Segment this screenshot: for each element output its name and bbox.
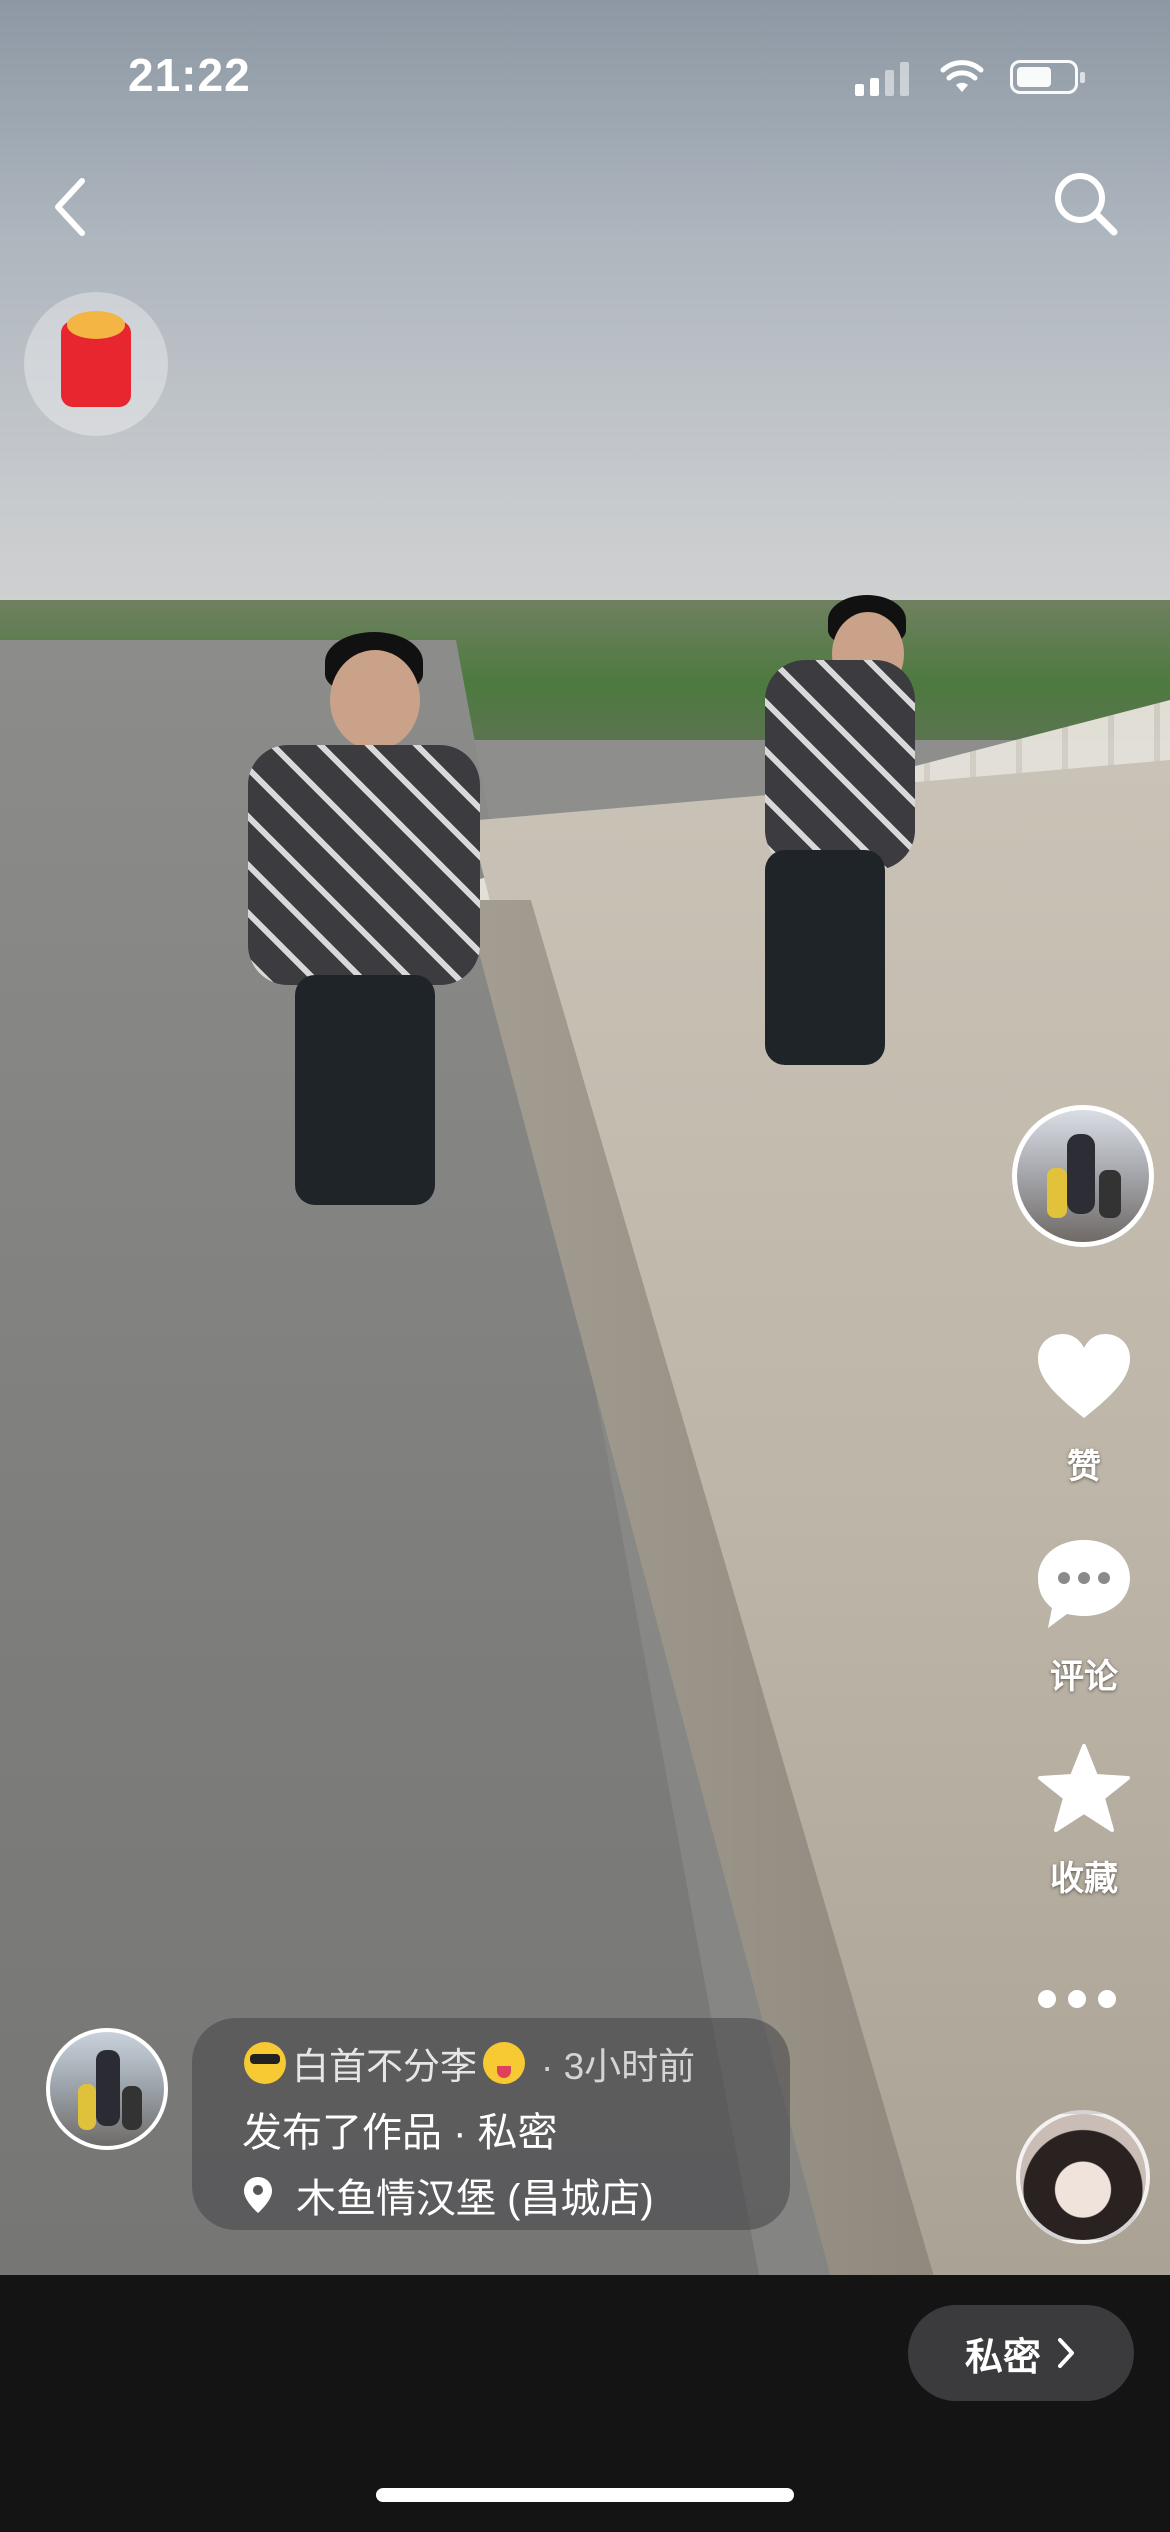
location-row[interactable]: 木鱼情汉堡 (昌城店) [242, 2166, 654, 2224]
child-right-pants [765, 850, 885, 1065]
author-name[interactable]: 白首不分李 [292, 2036, 477, 2090]
favorite-button[interactable]: 收藏 [1020, 1742, 1148, 1900]
cellular-signal-icon [855, 62, 909, 96]
like-button[interactable]: 赞 [1020, 1332, 1148, 1488]
video-frame[interactable] [0, 0, 1170, 2275]
like-label: 赞 [1067, 1448, 1101, 1486]
star-icon [1038, 1744, 1130, 1832]
battery-icon [1010, 60, 1085, 94]
author-row: 白首不分李 · 3小时前 [244, 2036, 695, 2090]
wifi-icon [940, 60, 984, 92]
red-packet-button[interactable] [24, 292, 168, 436]
yum-emoji-icon [483, 2042, 525, 2084]
post-time: · 3小时前 [541, 2046, 696, 2087]
location-name: 木鱼情汉堡 (昌城店) [296, 2177, 654, 2221]
status-time: 21:22 [128, 49, 251, 101]
child-left-pants [295, 975, 435, 1205]
creator-avatar[interactable] [1012, 1105, 1154, 1247]
post-info-card[interactable]: 白首不分李 · 3小时前 发布了作品 · 私密 木鱼情汉堡 (昌城店) [192, 2018, 790, 2230]
author-avatar[interactable] [46, 2028, 168, 2150]
comment-label: 评论 [1050, 1658, 1118, 1696]
child-left-jacket [248, 745, 480, 985]
child-left-head [330, 650, 420, 750]
child-right-jacket [765, 660, 915, 870]
chevron-right-icon [1058, 2338, 1074, 2368]
heart-icon [1038, 1334, 1130, 1418]
status-bar: 21:22 [0, 0, 1170, 150]
location-pin-icon [244, 2177, 272, 2213]
comment-bubble-icon [1038, 1540, 1130, 1628]
red-packet-icon [61, 311, 131, 407]
privacy-button[interactable]: 私密 [908, 2305, 1134, 2401]
sunglasses-emoji-icon [244, 2042, 286, 2084]
chevron-left-icon[interactable] [48, 175, 92, 239]
more-dots-icon[interactable] [1038, 1990, 1116, 2008]
music-disc[interactable] [1016, 2110, 1150, 2244]
favorite-label: 收藏 [1050, 1860, 1118, 1898]
home-indicator[interactable] [376, 2488, 794, 2502]
privacy-label: 私密 [964, 2336, 1041, 2379]
comment-button[interactable]: 评论 [1020, 1536, 1148, 1698]
post-activity: 发布了作品 · 私密 [242, 2111, 558, 2155]
search-icon[interactable] [1050, 168, 1120, 238]
